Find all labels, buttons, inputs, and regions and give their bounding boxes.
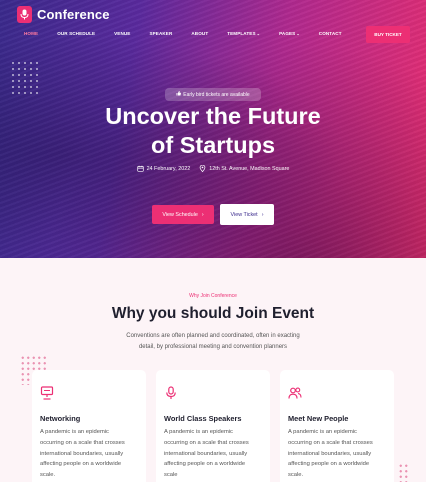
nav-pages[interactable]: PAGES ⌄ xyxy=(279,31,300,36)
card-text-line: scale xyxy=(164,472,178,479)
card-text-line: affecting people on a worldwide xyxy=(288,461,370,468)
feature-card-meet-people: Meet New People A pandemic is an epidemi… xyxy=(280,370,394,482)
card-title: Networking xyxy=(40,414,81,423)
chevron-right-icon: › xyxy=(261,211,264,218)
view-ticket-button[interactable]: View Ticket › xyxy=(220,204,274,225)
card-text-line: A pandemic is an epidemic xyxy=(288,429,357,435)
section-title: Why you should Join Event xyxy=(111,305,315,322)
nav-label: PAGES xyxy=(279,31,296,36)
feature-card-speakers: World Class Speakers A pandemic is an ep… xyxy=(156,370,270,482)
nav-label: OUR SCHEDULE xyxy=(57,31,96,36)
main-nav: HOME OUR SCHEDULE VENUE SPEAKER ABOUT TE… xyxy=(24,31,361,36)
nav-label: HOME xyxy=(24,31,39,36)
hero-banner: Conference HOME OUR SCHEDULE VENUE SPEAK… xyxy=(0,0,426,258)
card-text: A pandemic is an epidemic occurring on a… xyxy=(288,427,391,481)
card-text: A pandemic is an epidemic occurring on a… xyxy=(40,427,143,481)
button-label: View Ticket xyxy=(230,211,258,218)
microphone-logo-icon xyxy=(17,6,32,23)
card-text-line: occurring on a scale that crosses xyxy=(40,439,125,446)
nav-speaker[interactable]: SPEAKER xyxy=(149,31,172,36)
description-line: Conventions are often planned and coordi… xyxy=(126,333,300,339)
brand-name: Conference xyxy=(37,7,110,22)
chevron-right-icon: › xyxy=(201,211,204,218)
chevron-down-icon: ⌄ xyxy=(296,31,300,36)
card-text-line: international boundaries, usually xyxy=(164,450,248,457)
nav-our-schedule[interactable]: OUR SCHEDULE xyxy=(57,31,95,36)
nav-about[interactable]: ABOUT xyxy=(191,31,208,36)
nav-label: VENUE xyxy=(114,31,131,36)
feature-card-networking: Networking A pandemic is an epidemic occ… xyxy=(32,370,146,482)
card-text-line: scale. xyxy=(288,472,304,479)
people-icon xyxy=(288,386,302,400)
card-title: Meet New People xyxy=(288,414,349,423)
brand-logo[interactable]: Conference xyxy=(17,6,110,23)
nav-label: CONTACT xyxy=(318,31,342,36)
card-title: World Class Speakers xyxy=(164,414,242,423)
card-text-line: affecting people on a worldwide xyxy=(164,461,246,468)
card-text-line: scale. xyxy=(40,472,56,479)
badge-text: Early bird tickets are available xyxy=(183,91,250,98)
buy-ticket-button[interactable]: BUY TICKET xyxy=(366,26,410,43)
microphone-icon xyxy=(164,386,178,400)
hero-title-line-2: of Startups xyxy=(150,132,276,158)
card-text-line: affecting people on a worldwide xyxy=(40,461,122,468)
event-date: 24 February, 2022 xyxy=(136,165,191,172)
nav-templates[interactable]: TEMPLATES ⌄ xyxy=(227,31,260,36)
hero-title: Uncover the Future of Startups xyxy=(0,102,426,160)
decorative-dots xyxy=(10,60,40,98)
calendar-icon xyxy=(136,165,144,172)
location-pin-icon xyxy=(199,165,206,172)
view-schedule-button[interactable]: View Schedule › xyxy=(152,205,214,224)
chevron-down-icon: ⌄ xyxy=(256,31,261,36)
card-text-line: occurring on a scale that crosses xyxy=(164,439,249,446)
event-meta: 24 February, 2022 12th St. Avenue, Madis… xyxy=(0,165,426,172)
card-text-line: international boundaries, usually xyxy=(40,450,124,457)
nav-label: SPEAKER xyxy=(149,31,173,36)
section-eyebrow: Why Join Conference xyxy=(189,293,237,299)
card-text-line: A pandemic is an epidemic xyxy=(40,429,109,435)
section-description: Conventions are often planned and coordi… xyxy=(104,331,322,353)
event-location: 12th St. Avenue, Madison Square xyxy=(199,165,289,172)
nav-home[interactable]: HOME xyxy=(24,31,38,36)
card-text: A pandemic is an epidemic occurring on a… xyxy=(164,427,267,481)
event-location-text: 12th St. Avenue, Madison Square xyxy=(209,165,290,172)
nav-venue[interactable]: VENUE xyxy=(114,31,130,36)
early-bird-badge: Early bird tickets are available xyxy=(165,88,261,101)
card-text-line: A pandemic is an epidemic xyxy=(164,429,233,435)
button-label: View Schedule xyxy=(162,211,198,218)
description-line: detail, by professional meeting and conv… xyxy=(138,344,288,350)
card-text-line: international boundaries, usually xyxy=(288,450,372,457)
nav-label: TEMPLATES xyxy=(227,31,256,36)
decorative-dots xyxy=(398,463,410,482)
nav-label: ABOUT xyxy=(191,31,209,36)
nav-contact[interactable]: CONTACT xyxy=(319,31,342,36)
thumbs-up-icon xyxy=(176,91,182,98)
presentation-board-icon xyxy=(40,386,54,400)
card-text-line: occurring on a scale that crosses xyxy=(288,439,373,446)
hero-title-line-1: Uncover the Future xyxy=(105,103,321,129)
event-date-text: 24 February, 2022 xyxy=(146,165,191,172)
